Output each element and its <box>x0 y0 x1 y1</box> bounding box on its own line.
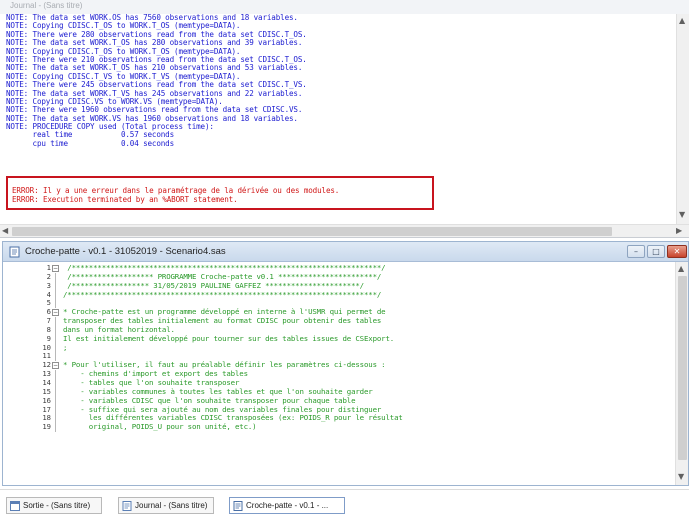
taskbar-item-program[interactable]: Croche-patte - v0.1 - ... <box>229 497 345 514</box>
fold-guide <box>55 272 56 282</box>
window-taskbar: Sortie - (Sans titre) Journal - (Sans ti… <box>0 489 689 519</box>
log-vertical-scrollbar[interactable]: ▲ ▼ <box>676 14 689 224</box>
fold-toggle-icon[interactable]: − <box>52 309 59 317</box>
log-content[interactable]: NOTE: The data set WORK.OS has 7560 obse… <box>6 14 674 222</box>
fold-guide <box>55 290 56 300</box>
taskbar-item-output[interactable]: Sortie - (Sans titre) <box>6 497 102 514</box>
fold-guide <box>55 414 56 424</box>
scroll-up-icon[interactable]: ▲ <box>678 264 684 273</box>
maximize-button[interactable]: □ <box>647 245 665 258</box>
log-titlebar: Journal - (Sans titre) <box>0 0 689 14</box>
code-editor[interactable]: 1− /************************************… <box>3 262 675 485</box>
fold-guide <box>55 423 56 433</box>
minimize-button[interactable]: – <box>627 245 645 258</box>
fold-guide <box>55 299 56 309</box>
code-line[interactable]: 4/**************************************… <box>3 289 675 300</box>
scroll-down-icon[interactable]: ▼ <box>678 472 684 481</box>
log-window: Journal - (Sans titre) NOTE: The data se… <box>0 0 689 238</box>
taskbar-item-label: Journal - (Sans titre) <box>135 501 208 510</box>
fold-guide <box>55 387 56 397</box>
fold-guide <box>55 281 56 291</box>
scroll-left-icon[interactable]: ◀ <box>2 226 8 235</box>
code-line[interactable]: 9 Il est initialement développé pour tour… <box>3 333 675 344</box>
code-text: original, POIDS_U pour son unité, etc.) <box>63 422 257 432</box>
program-editor-window: Croche-patte - v0.1 - 31052019 - Scenari… <box>2 241 689 486</box>
sas-program-icon <box>9 246 20 258</box>
error-highlight-box: ERROR: Il y a une erreur dans le paramét… <box>6 176 434 210</box>
fold-guide <box>55 378 56 388</box>
log-error-line: ERROR: Execution terminated by an %ABORT… <box>12 195 238 204</box>
fold-guide <box>55 370 56 379</box>
log-window-title: Journal - (Sans titre) <box>10 1 83 10</box>
log-window-icon <box>122 501 132 511</box>
code-line[interactable]: 10; <box>3 342 675 353</box>
program-window-title: Croche-patte - v0.1 - 31052019 - Scenari… <box>25 246 226 257</box>
fold-guide <box>55 352 56 362</box>
log-horizontal-scrollbar[interactable]: ◀ ▶ <box>0 224 689 237</box>
fold-guide <box>55 405 56 415</box>
log-horizontal-scroll-thumb[interactable] <box>12 227 612 236</box>
log-error-line: ERROR: Il y a une erreur dans le paramét… <box>12 186 340 195</box>
taskbar-item-label: Sortie - (Sans titre) <box>23 501 91 510</box>
sas-program-icon <box>233 501 243 511</box>
fold-toggle-icon[interactable]: − <box>52 362 59 370</box>
code-text: ; <box>63 342 68 352</box>
fold-guide <box>55 325 56 335</box>
editor-vertical-scroll-thumb[interactable] <box>678 276 687 460</box>
fold-guide <box>55 334 56 344</box>
fold-guide <box>55 343 56 353</box>
program-titlebar[interactable]: Croche-patte - v0.1 - 31052019 - Scenari… <box>3 242 688 262</box>
line-number: 19 <box>42 422 51 432</box>
taskbar-item-log[interactable]: Journal - (Sans titre) <box>118 497 214 514</box>
scroll-down-icon[interactable]: ▼ <box>679 210 685 219</box>
log-note-line: cpu time 0.04 seconds <box>6 138 175 148</box>
output-window-icon <box>10 501 20 511</box>
code-line[interactable]: 19 original, POIDS_U pour son unité, etc… <box>3 422 675 433</box>
taskbar-item-label: Croche-patte - v0.1 - ... <box>246 501 329 510</box>
code-text: Il est initialement développé pour tourn… <box>63 333 395 343</box>
code-text: /***************************************… <box>63 289 382 299</box>
scroll-right-icon[interactable]: ▶ <box>676 226 682 235</box>
close-button[interactable]: ✕ <box>667 245 687 258</box>
fold-guide <box>55 317 56 326</box>
scroll-up-icon[interactable]: ▲ <box>679 16 685 25</box>
editor-vertical-scrollbar[interactable]: ▲ ▼ <box>675 262 688 485</box>
fold-guide <box>55 396 56 406</box>
fold-toggle-icon[interactable]: − <box>52 265 59 272</box>
